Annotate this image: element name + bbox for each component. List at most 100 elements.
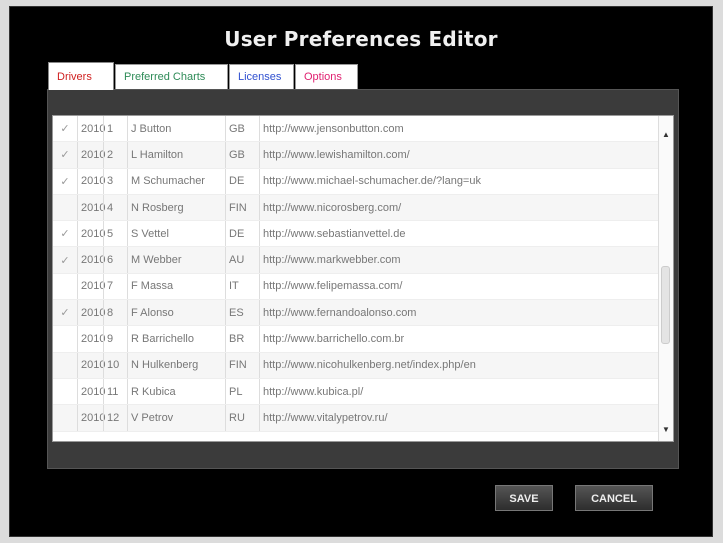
nationality-cell: GB <box>225 142 259 168</box>
nationality-cell: BR <box>225 326 259 352</box>
number-cell: 5 <box>103 221 127 247</box>
check-icon: ✓ <box>60 149 70 162</box>
tab-drivers[interactable]: Drivers <box>48 62 114 90</box>
table-row[interactable]: 2010 10 N Hulkenberg FIN http://www.nicohulk… <box>53 352 673 379</box>
url-cell: http://www.nicohulkenberg.net/index.php/… <box>259 352 673 378</box>
name-cell: F Alonso <box>127 300 225 326</box>
tab-label: Options <box>304 71 342 83</box>
year-cell: 2010 <box>77 300 105 326</box>
save-button[interactable]: SAVE <box>495 485 553 511</box>
checkbox[interactable]: ✓ <box>53 175 77 188</box>
nationality-cell: FIN <box>225 194 259 221</box>
check-icon: ✓ <box>60 175 70 188</box>
number-cell: 10 <box>103 352 127 378</box>
table-row[interactable]: 2010 4 N Rosberg FIN http://www.nicorosberg.… <box>53 194 673 222</box>
year-cell: 2010 <box>77 221 105 247</box>
url-cell: http://www.lewishamilton.com/ <box>259 142 673 168</box>
table-row[interactable]: 2010 7 F Massa IT http://www.felipemassa.com… <box>53 273 673 301</box>
table-row[interactable]: ✓ 2010 3 M Schumacher DE http://www.michael-s… <box>53 168 673 195</box>
name-cell: F Massa <box>127 273 225 300</box>
year-cell: 2010 <box>77 378 105 405</box>
check-icon: ✓ <box>60 307 70 320</box>
name-cell: V Petrov <box>127 405 225 431</box>
nationality-cell: DE <box>225 168 259 194</box>
table-row[interactable]: 2010 9 R Barrichello BR http://www.barrichel… <box>53 326 673 353</box>
cancel-button[interactable]: CANCEL <box>575 485 653 511</box>
number-cell: 3 <box>103 168 127 194</box>
nationality-cell: PL <box>225 378 259 405</box>
tab-preferred-charts[interactable]: Preferred Charts <box>115 64 228 89</box>
table-row[interactable]: 2010 12 V Petrov RU http://www.vitalypetrov.… <box>53 405 673 432</box>
year-cell: 2010 <box>77 116 105 142</box>
nationality-cell: FIN <box>225 352 259 378</box>
nationality-cell: ES <box>225 300 259 326</box>
table-row[interactable]: ✓ 2010 2 L Hamilton GB http://www.lewishamilt… <box>53 142 673 169</box>
year-cell: 2010 <box>77 405 105 431</box>
nationality-cell: GB <box>225 116 259 142</box>
number-cell: 11 <box>103 378 127 405</box>
nationality-cell: AU <box>225 247 259 273</box>
year-cell: 2010 <box>77 247 105 273</box>
year-cell: 2010 <box>77 168 105 194</box>
vertical-scrollbar[interactable]: ▲ ▼ <box>658 116 673 441</box>
year-cell: 2010 <box>77 326 105 352</box>
url-cell: http://www.vitalypetrov.ru/ <box>259 405 673 431</box>
scroll-up-icon[interactable]: ▲ <box>659 128 673 142</box>
tab-licenses[interactable]: Licenses <box>229 64 294 89</box>
number-cell: 4 <box>103 194 127 221</box>
name-cell: J Button <box>127 116 225 142</box>
url-cell: http://www.jensonbutton.com <box>259 116 673 142</box>
table-row[interactable]: ✓ 2010 8 F Alonso ES http://www.fernandoalons… <box>53 300 673 327</box>
number-cell: 6 <box>103 247 127 273</box>
year-cell: 2010 <box>77 194 105 221</box>
nationality-cell: RU <box>225 405 259 431</box>
checkbox[interactable]: ✓ <box>53 227 77 240</box>
checkbox[interactable]: ✓ <box>53 254 77 267</box>
drivers-rows: ✓ 2010 1 J Button GB http://www.jensonbutton.… <box>53 116 673 432</box>
name-cell: N Rosberg <box>127 194 225 221</box>
tab-label: Drivers <box>57 71 92 83</box>
url-cell: http://www.fernandoalonso.com <box>259 300 673 326</box>
url-cell: http://www.barrichello.com.br <box>259 326 673 352</box>
number-cell: 1 <box>103 116 127 142</box>
name-cell: L Hamilton <box>127 142 225 168</box>
url-cell: http://www.sebastianvettel.de <box>259 221 673 247</box>
url-cell: http://www.nicorosberg.com/ <box>259 194 673 221</box>
name-cell: M Schumacher <box>127 168 225 194</box>
scroll-down-icon[interactable]: ▼ <box>659 423 673 437</box>
tab-label: Preferred Charts <box>124 71 206 83</box>
year-cell: 2010 <box>77 352 105 378</box>
checkbox[interactable]: ✓ <box>53 122 77 135</box>
number-cell: 9 <box>103 326 127 352</box>
number-cell: 8 <box>103 300 127 326</box>
name-cell: R Kubica <box>127 378 225 405</box>
number-cell: 7 <box>103 273 127 300</box>
tab-label: Licenses <box>238 71 282 83</box>
year-cell: 2010 <box>77 142 105 168</box>
tab-options[interactable]: Options <box>295 64 358 89</box>
table-row[interactable]: ✓ 2010 5 S Vettel DE http://www.sebastianvett… <box>53 221 673 248</box>
name-cell: R Barrichello <box>127 326 225 352</box>
table-row[interactable]: ✓ 2010 6 M Webber AU http://www.markwebber.co… <box>53 247 673 274</box>
url-cell: http://www.markwebber.com <box>259 247 673 273</box>
table-row[interactable]: ✓ 2010 1 J Button GB http://www.jensonbutton.… <box>53 116 673 143</box>
drivers-list[interactable]: ✓ 2010 1 J Button GB http://www.jensonbutton.… <box>52 115 674 442</box>
checkbox[interactable]: ✓ <box>53 306 77 319</box>
name-cell: N Hulkenberg <box>127 352 225 378</box>
year-cell: 2010 <box>77 273 105 300</box>
check-icon: ✓ <box>60 254 70 267</box>
nationality-cell: IT <box>225 273 259 300</box>
check-icon: ✓ <box>60 228 70 241</box>
name-cell: S Vettel <box>127 221 225 247</box>
url-cell: http://www.kubica.pl/ <box>259 378 673 405</box>
nationality-cell: DE <box>225 221 259 247</box>
url-cell: http://www.felipemassa.com/ <box>259 273 673 300</box>
check-icon: ✓ <box>60 123 70 136</box>
number-cell: 12 <box>103 405 127 431</box>
preferences-window: User Preferences Editor Drivers Preferre… <box>9 6 713 537</box>
table-row[interactable]: 2010 11 R Kubica PL http://www.kubica.pl/ <box>53 378 673 406</box>
number-cell: 2 <box>103 142 127 168</box>
scroll-thumb[interactable] <box>661 266 670 344</box>
name-cell: M Webber <box>127 247 225 273</box>
checkbox[interactable]: ✓ <box>53 148 77 161</box>
